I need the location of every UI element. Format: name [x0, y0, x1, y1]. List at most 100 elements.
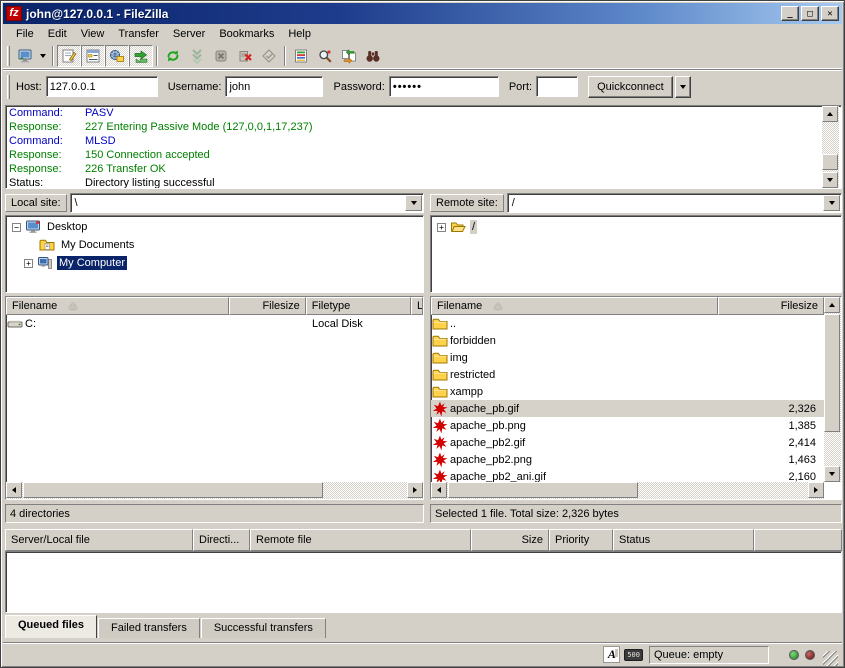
maximize-button[interactable]: □ [801, 6, 819, 21]
file-row[interactable]: restricted [431, 366, 824, 383]
file-row[interactable]: forbidden [431, 332, 824, 349]
column-header-priority[interactable]: Priority [549, 529, 613, 551]
username-input[interactable] [225, 76, 323, 97]
expand-icon[interactable]: + [437, 223, 446, 232]
column-header-filesize[interactable]: Filesize [229, 297, 305, 315]
directory-comparison-button[interactable] [361, 45, 385, 67]
scrollbar-thumb[interactable] [822, 154, 838, 170]
local-file-list[interactable]: Filename Filesize Filetype L C: Local Di… [5, 296, 424, 500]
host-input[interactable] [46, 76, 158, 97]
chevron-down-icon[interactable] [823, 195, 840, 211]
file-row[interactable]: img [431, 349, 824, 366]
tree-item-label[interactable]: My Computer [57, 256, 127, 270]
menu-help[interactable]: Help [281, 26, 318, 42]
tab-successful-transfers[interactable]: Successful transfers [201, 618, 326, 638]
file-row[interactable]: xampp [431, 383, 824, 400]
disconnect-button[interactable] [233, 45, 257, 67]
queue-body[interactable] [5, 551, 842, 613]
local-site-combo[interactable]: \ [70, 193, 424, 213]
quickconnect-grip[interactable] [7, 75, 10, 99]
remote-site-combo[interactable]: / [507, 193, 842, 213]
tab-queued-files[interactable]: Queued files [5, 615, 97, 638]
scroll-left-button[interactable] [431, 482, 447, 498]
refresh-button[interactable] [161, 45, 185, 67]
column-header-filesize[interactable]: Filesize [718, 297, 824, 315]
menu-view[interactable]: View [74, 26, 112, 42]
tree-item-desktop[interactable]: − Desktop [6, 218, 423, 236]
scrollbar-thumb[interactable] [23, 482, 323, 498]
scroll-right-button[interactable] [808, 482, 824, 498]
password-input[interactable] [389, 76, 499, 97]
site-manager-button[interactable] [13, 45, 37, 67]
remote-vertical-scrollbar[interactable] [824, 297, 841, 482]
process-queue-button[interactable] [185, 45, 209, 67]
menu-bookmarks[interactable]: Bookmarks [212, 26, 281, 42]
reconnect-button[interactable] [257, 45, 281, 67]
scrollbar-thumb[interactable] [824, 314, 840, 432]
remote-directory-tree[interactable]: + / [430, 215, 842, 293]
quickconnect-dropdown[interactable] [675, 76, 691, 98]
synchronized-browsing-button[interactable] [337, 45, 361, 67]
directory-filter-button[interactable] [289, 45, 313, 67]
file-row[interactable]: .. [431, 315, 824, 332]
scroll-up-button[interactable] [822, 106, 838, 122]
local-list-body[interactable]: C: Local Disk [6, 315, 423, 484]
column-header-filename[interactable]: Filename [6, 297, 229, 315]
file-row[interactable]: apache_pb.png 1,385 [431, 417, 824, 434]
chevron-down-icon[interactable] [405, 195, 422, 211]
quickconnect-button[interactable]: Quickconnect [588, 76, 673, 98]
file-row[interactable]: C: Local Disk [6, 315, 423, 332]
message-log[interactable]: Command:PASV Response:227 Entering Passi… [5, 105, 842, 189]
scroll-left-button[interactable] [6, 482, 22, 498]
scroll-right-button[interactable] [407, 482, 423, 498]
minimize-button[interactable]: _ [781, 6, 799, 21]
site-manager-dropdown[interactable] [37, 45, 49, 67]
toggle-message-log-button[interactable] [57, 45, 81, 67]
tree-item-label[interactable]: My Documents [59, 238, 136, 252]
file-row[interactable]: apache_pb2.gif 2,414 [431, 434, 824, 451]
menu-edit[interactable]: Edit [41, 26, 74, 42]
ascii-data-type-icon[interactable]: A [603, 646, 620, 663]
local-directory-tree[interactable]: − Desktop My Documents + [5, 215, 424, 293]
expand-icon[interactable]: + [24, 259, 33, 268]
remote-file-list[interactable]: Filename Filesize .. forbidden img [430, 296, 842, 500]
local-horizontal-scrollbar[interactable] [6, 482, 423, 499]
file-search-button[interactable] [313, 45, 337, 67]
column-header-filename[interactable]: Filename [431, 297, 718, 315]
column-header-filetype[interactable]: Filetype [306, 297, 411, 315]
speed-limit-indicator-icon[interactable]: 500 [624, 649, 643, 661]
toggle-local-tree-button[interactable] [81, 45, 105, 67]
tree-item-root[interactable]: + / [431, 218, 841, 236]
tree-item-label[interactable]: Desktop [45, 220, 89, 234]
port-input[interactable] [536, 76, 578, 97]
collapse-icon[interactable]: − [12, 223, 21, 232]
title-bar[interactable]: fz john@127.0.0.1 - FileZilla _ □ ✕ [3, 3, 842, 24]
scrollbar-thumb[interactable] [448, 482, 638, 498]
column-header-direction[interactable]: Directi... [193, 529, 250, 551]
log-scrollbar[interactable] [822, 106, 839, 188]
cancel-operation-button[interactable] [209, 45, 233, 67]
tab-failed-transfers[interactable]: Failed transfers [98, 618, 200, 638]
file-row-selected[interactable]: apache_pb.gif 2,326 [431, 400, 824, 417]
tree-item-label[interactable]: / [470, 220, 477, 234]
scroll-down-button[interactable] [824, 466, 840, 482]
toggle-remote-tree-button[interactable] [105, 45, 129, 67]
toggle-transfer-queue-button[interactable] [129, 45, 153, 67]
remote-horizontal-scrollbar[interactable] [431, 482, 824, 499]
scroll-down-button[interactable] [822, 172, 838, 188]
tree-item-my-documents[interactable]: My Documents [6, 236, 423, 254]
menu-transfer[interactable]: Transfer [111, 26, 166, 42]
menu-file[interactable]: File [9, 26, 41, 42]
column-header-lastmodified[interactable]: L [411, 297, 423, 315]
scroll-up-button[interactable] [824, 297, 840, 313]
column-header-status[interactable]: Status [613, 529, 754, 551]
close-button[interactable]: ✕ [821, 6, 839, 21]
column-header-size[interactable]: Size [471, 529, 549, 551]
remote-list-body[interactable]: .. forbidden img restricted xampp [431, 315, 824, 484]
file-row[interactable]: apache_pb2.png 1,463 [431, 451, 824, 468]
resize-grip[interactable] [823, 651, 838, 666]
menu-server[interactable]: Server [166, 26, 212, 42]
toolbar-grip[interactable] [7, 46, 10, 66]
column-header-server-local-file[interactable]: Server/Local file [5, 529, 193, 551]
tree-item-my-computer[interactable]: + My Computer [6, 254, 423, 272]
